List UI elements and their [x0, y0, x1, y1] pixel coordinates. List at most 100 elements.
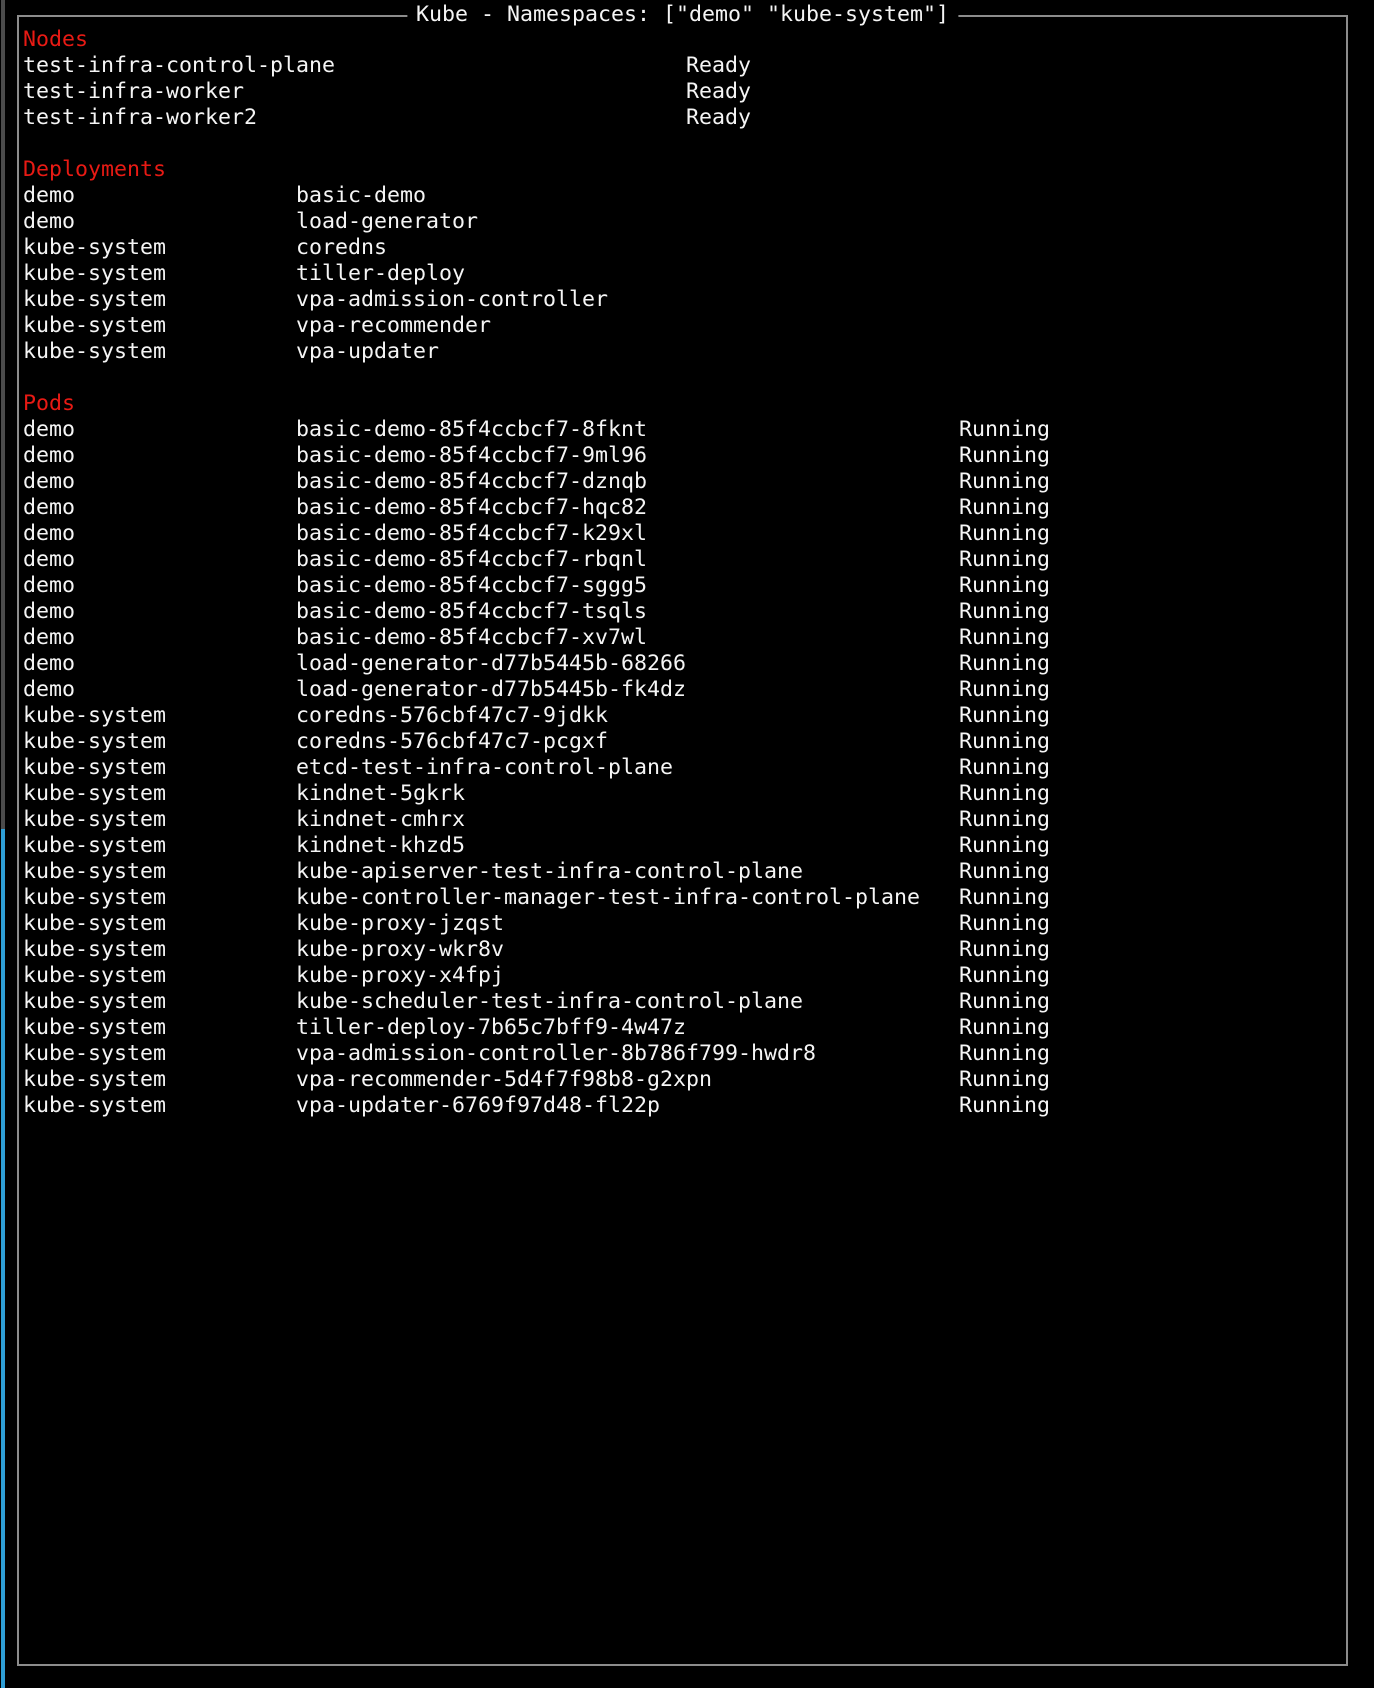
- pod-row: demobasic-demo-85f4ccbcf7-hqc82Running: [23, 495, 1346, 521]
- pod-row-status: Running: [959, 443, 1050, 469]
- pod-row: kube-systemkube-controller-manager-test-…: [23, 885, 1346, 911]
- node-row: test-infra-workerReady: [23, 79, 1346, 105]
- deployment-row-name: vpa-updater: [296, 339, 439, 365]
- section-header-nodes: Nodes: [23, 27, 1346, 53]
- pod-row-name: basic-demo-85f4ccbcf7-9ml96: [296, 443, 959, 469]
- pod-row-name: kube-proxy-x4fpj: [296, 963, 959, 989]
- pod-row-status: Running: [959, 573, 1050, 599]
- pod-row-status: Running: [959, 1093, 1050, 1119]
- pod-row-status: Running: [959, 677, 1050, 703]
- pod-row-name: basic-demo-85f4ccbcf7-hqc82: [296, 495, 959, 521]
- pod-row-status: Running: [959, 885, 1050, 911]
- pod-row-namespace: kube-system: [23, 1067, 296, 1093]
- deployment-row-name: tiller-deploy: [296, 261, 465, 287]
- pods-section: Pods demobasic-demo-85f4ccbcf7-8fkntRunn…: [23, 391, 1346, 1119]
- pod-row: kube-systemvpa-updater-6769f97d48-fl22pR…: [23, 1093, 1346, 1119]
- pod-row-name: basic-demo-85f4ccbcf7-xv7wl: [296, 625, 959, 651]
- pod-row-name: kindnet-5gkrk: [296, 781, 959, 807]
- deployment-row-namespace: kube-system: [23, 287, 296, 313]
- node-row-name: test-infra-worker: [23, 79, 686, 105]
- pod-row-status: Running: [959, 833, 1050, 859]
- node-row: test-infra-worker2Ready: [23, 105, 1346, 131]
- pod-row-name: kindnet-cmhrx: [296, 807, 959, 833]
- pod-row-namespace: demo: [23, 443, 296, 469]
- terminal-window: Kube - Namespaces: ["demo" "kube-system"…: [17, 15, 1348, 1666]
- pod-row-name: kube-controller-manager-test-infra-contr…: [296, 885, 959, 911]
- pod-row-status: Running: [959, 807, 1050, 833]
- pod-row-namespace: demo: [23, 417, 296, 443]
- scrollbar-track[interactable]: [1, 0, 5, 829]
- section-header-deployments: Deployments: [23, 157, 1346, 183]
- pod-row-status: Running: [959, 859, 1050, 885]
- pod-row-name: kube-proxy-jzqst: [296, 911, 959, 937]
- pod-row: demobasic-demo-85f4ccbcf7-dznqbRunning: [23, 469, 1346, 495]
- pod-row-status: Running: [959, 937, 1050, 963]
- pod-row-name: kindnet-khzd5: [296, 833, 959, 859]
- scrollbar-thumb[interactable]: [1, 829, 5, 1688]
- scrollbar[interactable]: [1, 0, 5, 1688]
- deployment-row: kube-systemcoredns: [23, 235, 1346, 261]
- pod-row: kube-systemtiller-deploy-7b65c7bff9-4w47…: [23, 1015, 1346, 1041]
- pod-row-name: basic-demo-85f4ccbcf7-rbqnl: [296, 547, 959, 573]
- pod-row-status: Running: [959, 417, 1050, 443]
- pod-row-namespace: kube-system: [23, 833, 296, 859]
- pod-row-name: vpa-recommender-5d4f7f98b8-g2xpn: [296, 1067, 959, 1093]
- pod-row-name: basic-demo-85f4ccbcf7-sggg5: [296, 573, 959, 599]
- pod-row-namespace: kube-system: [23, 703, 296, 729]
- pod-row-name: basic-demo-85f4ccbcf7-k29xl: [296, 521, 959, 547]
- deployment-row-name: basic-demo: [296, 183, 426, 209]
- pod-row-name: coredns-576cbf47c7-pcgxf: [296, 729, 959, 755]
- pod-row-status: Running: [959, 651, 1050, 677]
- pod-row: demobasic-demo-85f4ccbcf7-k29xlRunning: [23, 521, 1346, 547]
- pod-row-namespace: kube-system: [23, 911, 296, 937]
- pod-row-status: Running: [959, 755, 1050, 781]
- pod-row-namespace: kube-system: [23, 807, 296, 833]
- pod-row-namespace: demo: [23, 599, 296, 625]
- pod-row: kube-systemkindnet-khzd5Running: [23, 833, 1346, 859]
- pod-row-name: vpa-updater-6769f97d48-fl22p: [296, 1093, 959, 1119]
- pod-row-namespace: kube-system: [23, 989, 296, 1015]
- pod-row-namespace: kube-system: [23, 885, 296, 911]
- pod-row: kube-systemkube-proxy-wkr8vRunning: [23, 937, 1346, 963]
- pod-row-namespace: demo: [23, 677, 296, 703]
- deployments-table: demobasic-demodemoload-generatorkube-sys…: [23, 183, 1346, 365]
- pod-row-status: Running: [959, 521, 1050, 547]
- pod-row: kube-systemkube-apiserver-test-infra-con…: [23, 859, 1346, 885]
- node-row: test-infra-control-planeReady: [23, 53, 1346, 79]
- pod-row-status: Running: [959, 1015, 1050, 1041]
- pod-row-status: Running: [959, 989, 1050, 1015]
- pod-row-namespace: demo: [23, 573, 296, 599]
- pod-row-name: kube-proxy-wkr8v: [296, 937, 959, 963]
- deployment-row-name: load-generator: [296, 209, 478, 235]
- pod-row: demobasic-demo-85f4ccbcf7-tsqlsRunning: [23, 599, 1346, 625]
- pod-row: kube-systemkube-scheduler-test-infra-con…: [23, 989, 1346, 1015]
- pod-row-name: vpa-admission-controller-8b786f799-hwdr8: [296, 1041, 959, 1067]
- pod-row-status: Running: [959, 625, 1050, 651]
- pod-row-namespace: kube-system: [23, 859, 296, 885]
- pod-row-namespace: demo: [23, 469, 296, 495]
- pod-row: kube-systemkube-proxy-jzqstRunning: [23, 911, 1346, 937]
- pod-row-name: load-generator-d77b5445b-68266: [296, 651, 959, 677]
- pod-row-status: Running: [959, 1041, 1050, 1067]
- deployment-row-name: vpa-admission-controller: [296, 287, 608, 313]
- pod-row-name: etcd-test-infra-control-plane: [296, 755, 959, 781]
- pod-row-namespace: kube-system: [23, 963, 296, 989]
- pod-row: kube-systemkindnet-5gkrkRunning: [23, 781, 1346, 807]
- pod-row-status: Running: [959, 495, 1050, 521]
- pod-row-status: Running: [959, 963, 1050, 989]
- node-row-name: test-infra-control-plane: [23, 53, 686, 79]
- deployment-row-namespace: demo: [23, 209, 296, 235]
- pod-row-namespace: kube-system: [23, 1041, 296, 1067]
- deployment-row-namespace: kube-system: [23, 313, 296, 339]
- pod-row: demoload-generator-d77b5445b-fk4dzRunnin…: [23, 677, 1346, 703]
- pod-row: kube-systemvpa-recommender-5d4f7f98b8-g2…: [23, 1067, 1346, 1093]
- pod-row: demobasic-demo-85f4ccbcf7-9ml96Running: [23, 443, 1346, 469]
- pod-row-status: Running: [959, 599, 1050, 625]
- pod-row-namespace: kube-system: [23, 937, 296, 963]
- deployment-row-namespace: demo: [23, 183, 296, 209]
- pod-row: demobasic-demo-85f4ccbcf7-sggg5Running: [23, 573, 1346, 599]
- pod-row: kube-systemkube-proxy-x4fpjRunning: [23, 963, 1346, 989]
- pod-row-namespace: kube-system: [23, 781, 296, 807]
- pod-row-namespace: demo: [23, 495, 296, 521]
- pod-row-name: basic-demo-85f4ccbcf7-tsqls: [296, 599, 959, 625]
